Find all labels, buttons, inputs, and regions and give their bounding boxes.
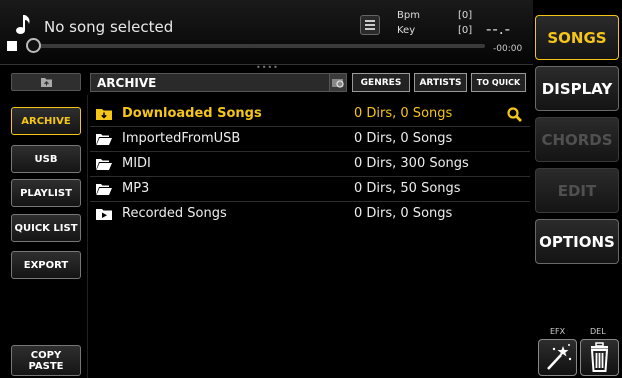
songs-button[interactable]: SONGS	[535, 15, 619, 60]
genres-button[interactable]: GENRES	[352, 73, 410, 92]
trash-icon	[590, 342, 609, 372]
record-folder-icon	[96, 209, 112, 220]
bpm-value: [0]	[458, 10, 473, 21]
list-item-info: 0 Dirs, 300 Songs	[354, 156, 469, 171]
archive-button[interactable]: ARCHIVE	[11, 107, 81, 135]
efx-button[interactable]	[538, 339, 577, 376]
player-bar: No song selected Bpm [0] Key [0] --.- -0…	[0, 0, 533, 65]
list-item[interactable]: MP3 0 Dirs, 50 Songs	[90, 177, 530, 202]
search-folder-button[interactable]	[329, 73, 347, 92]
display-button[interactable]: DISPLAY	[535, 66, 619, 111]
open-folder-icon	[96, 184, 112, 195]
del-label: DEL	[590, 327, 606, 336]
list-item-info: 0 Dirs, 50 Songs	[354, 181, 461, 196]
magic-wand-icon	[547, 344, 572, 370]
stop-icon[interactable]	[7, 41, 17, 51]
list-item[interactable]: Recorded Songs 0 Dirs, 0 Songs	[90, 202, 530, 227]
key-value: [0]	[458, 25, 473, 36]
bpm-label: Bpm	[397, 10, 420, 21]
list-item-info: 0 Dirs, 0 Songs	[354, 131, 453, 146]
list-item-name: Downloaded Songs	[122, 106, 262, 121]
folder-up-icon	[41, 78, 52, 87]
music-note-icon	[16, 15, 30, 34]
options-button[interactable]: OPTIONS	[535, 219, 619, 264]
playlist-button[interactable]: PLAYLIST	[11, 179, 81, 207]
to-quick-button[interactable]: TO QUICK	[471, 73, 526, 92]
list-item[interactable]: ImportedFromUSB 0 Dirs, 0 Songs	[90, 127, 530, 152]
list-item-name: MP3	[122, 181, 150, 196]
list-item-name: ImportedFromUSB	[122, 131, 241, 146]
list-item-info: 0 Dirs, 0 Songs	[354, 206, 453, 221]
progress-knob[interactable]	[26, 38, 41, 53]
list-item-name: MIDI	[122, 156, 151, 171]
folder-up-button[interactable]	[11, 73, 81, 91]
time-remaining: -00:00	[493, 44, 523, 54]
list-item[interactable]: MIDI 0 Dirs, 300 Songs	[90, 152, 530, 177]
progress-track[interactable]	[30, 44, 485, 48]
time-display: --.-	[486, 20, 512, 38]
search-icon[interactable]	[507, 107, 522, 122]
list-item-info: 0 Dirs, 0 Songs	[354, 106, 453, 121]
song-title: No song selected	[44, 18, 174, 36]
list-item-name: Recorded Songs	[122, 206, 227, 221]
chords-button[interactable]: CHORDS	[535, 117, 619, 162]
usb-button[interactable]: USB	[11, 145, 81, 173]
divider	[87, 95, 88, 378]
open-folder-icon	[96, 134, 112, 145]
copy-paste-button[interactable]: COPY PASTE	[11, 345, 81, 376]
edit-button[interactable]: EDIT	[535, 168, 619, 213]
delete-button[interactable]	[580, 339, 619, 376]
resize-handle[interactable]: ••••	[256, 63, 279, 72]
quick-list-button[interactable]: QUICK LIST	[11, 214, 81, 242]
artists-button[interactable]: ARTISTS	[414, 73, 467, 92]
key-label: Key	[397, 25, 416, 36]
search-folder-icon	[332, 79, 344, 88]
download-folder-icon	[96, 109, 112, 120]
folder-header: ARCHIVE	[90, 73, 330, 92]
export-button[interactable]: EXPORT	[11, 251, 81, 279]
list-icon[interactable]	[360, 15, 380, 35]
efx-label: EFX	[550, 327, 566, 336]
open-folder-icon	[96, 159, 112, 170]
list-item[interactable]: Downloaded Songs 0 Dirs, 0 Songs	[90, 102, 530, 127]
